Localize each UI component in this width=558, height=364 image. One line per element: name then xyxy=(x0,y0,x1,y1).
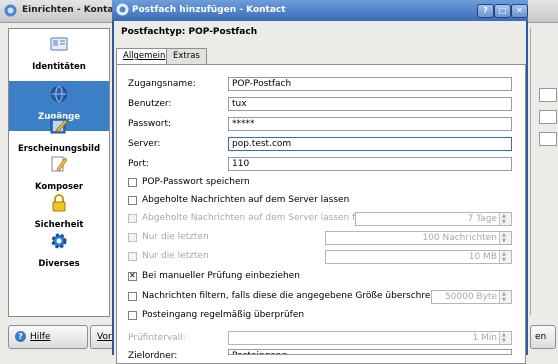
user-input[interactable]: tux xyxy=(228,97,512,111)
spin-arrows-icon[interactable]: ▲ ▼ xyxy=(499,213,511,225)
sidebar-item-diverses[interactable]: Diverses xyxy=(9,228,109,278)
checkbox-box[interactable] xyxy=(128,233,137,242)
account-type-label: Postfachtyp: POP-Postfach xyxy=(121,27,258,37)
days-spinbox[interactable]: 7 Tage ▲ ▼ xyxy=(355,212,512,226)
checkbox-box[interactable] xyxy=(128,178,137,187)
identity-card-icon xyxy=(50,37,68,51)
checkbox-box[interactable] xyxy=(128,292,137,301)
target-folder-label: Zielordner: xyxy=(128,351,178,361)
background-window-right-frame xyxy=(530,28,558,315)
sidebar-item-identitaeten[interactable]: Identitäten xyxy=(9,31,109,81)
network-globe-icon xyxy=(51,86,67,102)
tab-allgemein[interactable]: Allgemein xyxy=(116,48,173,65)
help-titlebar-button[interactable]: ? xyxy=(477,4,494,18)
tab-extras[interactable]: Extras xyxy=(166,48,207,64)
kontact-app-icon xyxy=(116,3,129,16)
checkbox-box[interactable] xyxy=(128,311,137,320)
defaults-button[interactable]: Vorein xyxy=(90,325,114,349)
check-interval-label: Prüfintervall: xyxy=(128,333,186,343)
maximize-titlebar-button[interactable]: □ xyxy=(494,4,511,18)
server-label: Server: xyxy=(128,139,161,149)
filter-size-spinbox[interactable]: 50000 Byte ▲ ▼ xyxy=(431,290,512,304)
sidebar-item-label: Identitäten xyxy=(32,62,86,72)
message-count-spinbox[interactable]: 100 Nachrichten ▲ ▼ xyxy=(325,231,512,245)
port-label: Port: xyxy=(128,159,149,169)
appearance-icon xyxy=(50,118,68,134)
target-folder-select[interactable]: Posteingang xyxy=(228,349,512,355)
spin-arrows-icon[interactable]: ▲ ▼ xyxy=(499,251,511,263)
checkbox-box[interactable] xyxy=(128,271,137,281)
background-field xyxy=(539,132,557,146)
close-titlebar-button[interactable]: ✕ xyxy=(511,4,528,18)
background-dialog-button[interactable]: en xyxy=(530,325,556,349)
gear-icon xyxy=(51,233,67,249)
composer-pen-icon xyxy=(51,156,68,172)
help-button[interactable]: ? Hilfe xyxy=(8,325,88,349)
background-window-title: Einrichten - Kontact xyxy=(22,5,124,15)
checkbox-box[interactable] xyxy=(128,196,137,205)
user-label: Benutzer: xyxy=(128,99,172,109)
sidebar-item-label: Diverses xyxy=(38,259,80,269)
help-icon: ? xyxy=(15,331,26,342)
checkbox-box[interactable] xyxy=(128,252,137,261)
port-input[interactable]: 110 xyxy=(228,157,512,171)
tab-bar: Allgemein Extras xyxy=(116,48,526,65)
account-name-input[interactable]: POP-Postfach xyxy=(228,77,512,91)
spin-arrows-icon[interactable]: ▲ ▼ xyxy=(499,291,511,303)
password-label: Passwort: xyxy=(128,119,172,129)
kontact-app-icon xyxy=(4,4,17,17)
spin-arrows-icon[interactable]: ▲ ▼ xyxy=(499,232,511,244)
spin-arrows-icon[interactable]: ▲ ▼ xyxy=(499,332,511,344)
padlock-icon xyxy=(52,194,66,212)
checkbox-box[interactable] xyxy=(128,214,137,223)
check-interval-spinbox[interactable]: 1 Min ▲ ▼ xyxy=(228,331,512,345)
account-name-label: Zugangsname: xyxy=(128,79,196,89)
dialog-title: Postfach hinzufügen - Kontact xyxy=(132,5,286,15)
dialog-titlebar[interactable]: Postfach hinzufügen - Kontact ? □ ✕ xyxy=(112,0,528,21)
server-input[interactable]: pop.test.com xyxy=(228,137,512,151)
background-field xyxy=(539,110,557,124)
password-input[interactable]: ***** xyxy=(228,117,512,131)
size-mb-spinbox[interactable]: 10 MB ▲ ▼ xyxy=(325,250,512,264)
background-field xyxy=(539,88,557,102)
config-sidebar[interactable]: Identitäten Zugänge Erscheinungsbild Kom… xyxy=(8,28,110,317)
